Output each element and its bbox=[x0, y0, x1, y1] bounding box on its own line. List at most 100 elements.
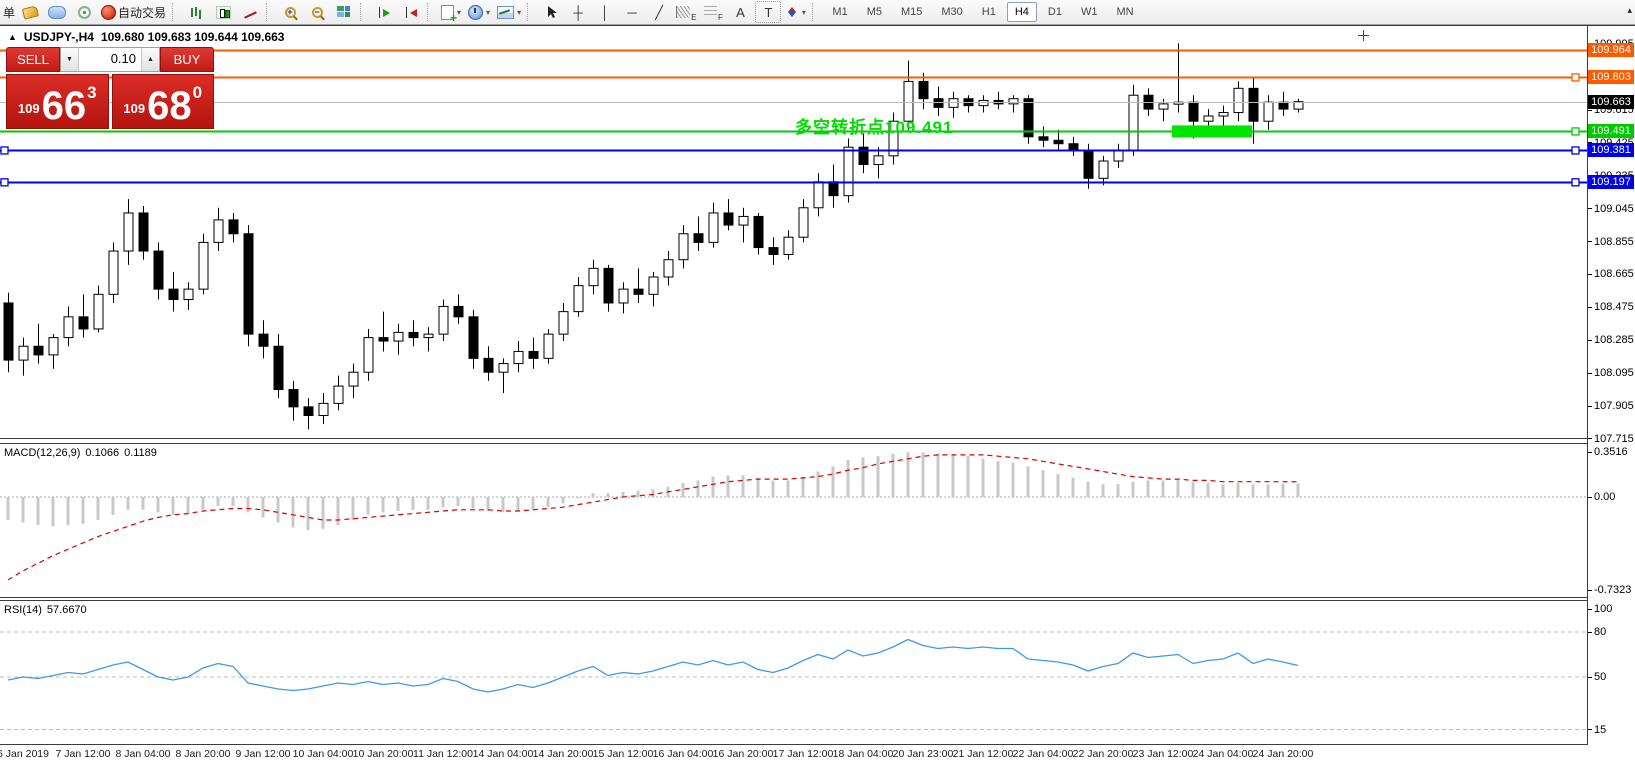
trendline-button[interactable]: ╱ bbox=[647, 2, 671, 22]
volume-down-button[interactable]: ▼ bbox=[61, 48, 79, 71]
chart-shift-button[interactable] bbox=[399, 2, 423, 22]
separator bbox=[172, 3, 178, 21]
tab-m30[interactable]: M30 bbox=[933, 2, 970, 22]
panel-separator[interactable] bbox=[0, 597, 1635, 598]
highlight-box[interactable] bbox=[1172, 125, 1252, 137]
candle-body bbox=[1159, 104, 1168, 109]
macd-bar bbox=[277, 497, 280, 523]
bar-chart-button[interactable] bbox=[184, 2, 208, 22]
macd-bar bbox=[547, 497, 550, 507]
volume-input[interactable]: 0.10 bbox=[79, 48, 141, 71]
arrows-button[interactable]: ▾ bbox=[784, 2, 808, 22]
rsi-chart[interactable] bbox=[0, 601, 1587, 744]
main-chart[interactable] bbox=[0, 26, 1587, 438]
candle-body bbox=[814, 182, 823, 208]
macd-bar bbox=[82, 497, 85, 524]
fibonacci-button[interactable]: F bbox=[701, 2, 725, 22]
line-handle[interactable] bbox=[1572, 147, 1579, 154]
cursor-button[interactable] bbox=[539, 2, 563, 22]
separator bbox=[266, 3, 272, 21]
collapse-arrow-icon[interactable]: ▲ bbox=[8, 32, 17, 42]
sell-button[interactable]: SELL bbox=[6, 47, 60, 72]
line-handle[interactable] bbox=[1, 179, 8, 186]
indicators-button[interactable]: ▾ bbox=[439, 2, 463, 22]
new-order-button[interactable] bbox=[18, 2, 42, 22]
sell-price-button[interactable]: 109663 bbox=[6, 74, 109, 129]
tab-w1[interactable]: W1 bbox=[1073, 2, 1106, 22]
periods-button[interactable]: ▾ bbox=[466, 2, 492, 22]
signals-button[interactable] bbox=[72, 2, 96, 22]
macd-chart[interactable] bbox=[0, 444, 1587, 597]
macd-bar bbox=[487, 497, 490, 511]
rsi-axis-label: 50 bbox=[1588, 670, 1606, 684]
templates-button[interactable]: ▾ bbox=[495, 2, 523, 22]
pivot-annotation[interactable]: 多空转折点109.491 bbox=[795, 113, 953, 138]
tab-m15[interactable]: M15 bbox=[893, 2, 930, 22]
text-label-icon: T bbox=[764, 6, 772, 19]
line-handle[interactable] bbox=[1, 147, 8, 154]
rsi-panel[interactable]: RSI(14) 57.6670 bbox=[0, 601, 1587, 744]
mt4-terminal: { "toolbar": { "order_label": "单", "auto… bbox=[0, 0, 1635, 763]
macd-bar bbox=[637, 491, 640, 497]
candle-body bbox=[979, 100, 988, 105]
macd-panel[interactable]: MACD(12,26,9) 0.1066 0.1189 bbox=[0, 444, 1587, 597]
time-label: 17 Jan 12:00 bbox=[773, 748, 834, 760]
time-label: 8 Jan 20:00 bbox=[176, 748, 231, 760]
candle-chart-icon bbox=[216, 6, 231, 19]
line-chart-button[interactable] bbox=[238, 2, 262, 22]
candle-body bbox=[784, 237, 793, 254]
candle-body bbox=[589, 268, 598, 285]
candle-body bbox=[1039, 137, 1048, 140]
order-label[interactable]: 单 bbox=[3, 4, 15, 21]
text-button[interactable]: A bbox=[728, 2, 752, 22]
candle-body bbox=[319, 403, 328, 415]
crosshair-button[interactable]: ┼ bbox=[566, 2, 590, 22]
candle-body bbox=[199, 242, 208, 289]
toolbar-overflow-icon[interactable]: ▴ bbox=[1627, 5, 1632, 16]
tab-m1[interactable]: M1 bbox=[824, 2, 855, 22]
macd-bar bbox=[397, 497, 400, 511]
buy-price-button[interactable]: 109680 bbox=[112, 74, 215, 129]
candle-chart-button[interactable] bbox=[211, 2, 235, 22]
vertical-line-button[interactable]: │ bbox=[593, 2, 617, 22]
buy-button[interactable]: BUY bbox=[160, 47, 214, 72]
time-label: 16 Jan 20:00 bbox=[713, 748, 774, 760]
auto-scroll-button[interactable] bbox=[372, 2, 396, 22]
macd-bar bbox=[52, 497, 55, 526]
autotrade-button[interactable]: 自动交易 bbox=[99, 2, 168, 22]
panel-separator[interactable] bbox=[0, 438, 1635, 439]
macd-bar bbox=[982, 459, 985, 497]
line-handle[interactable] bbox=[1572, 179, 1579, 186]
separator bbox=[527, 3, 533, 21]
horizontal-line-button[interactable]: ─ bbox=[620, 2, 644, 22]
zoom-out-button[interactable]: − bbox=[305, 2, 329, 22]
rsi-value: 57.6670 bbox=[47, 604, 87, 616]
tab-mn[interactable]: MN bbox=[1108, 2, 1141, 22]
line-handle[interactable] bbox=[1572, 74, 1579, 81]
tab-m5[interactable]: M5 bbox=[859, 2, 890, 22]
market-button[interactable] bbox=[45, 2, 69, 22]
tab-d1[interactable]: D1 bbox=[1040, 2, 1070, 22]
tile-windows-button[interactable] bbox=[332, 2, 356, 22]
template-icon bbox=[497, 6, 514, 19]
macd-bar bbox=[967, 456, 970, 497]
volume-up-button[interactable]: ▲ bbox=[141, 48, 159, 71]
time-label: 14 Jan 04:00 bbox=[473, 748, 534, 760]
zoom-in-button[interactable]: + bbox=[278, 2, 302, 22]
price-badge: 109.663 bbox=[1588, 95, 1634, 109]
price-axis[interactable]: 109.995109.805109.615109.425109.235109.0… bbox=[1588, 26, 1635, 763]
macd-bar bbox=[877, 456, 880, 497]
time-axis[interactable]: 6 Jan 20197 Jan 12:008 Jan 04:008 Jan 20… bbox=[0, 745, 1587, 763]
time-label: 20 Jan 23:00 bbox=[893, 748, 954, 760]
line-handle[interactable] bbox=[1572, 128, 1579, 135]
main-chart-panel[interactable]: ▲ USDJPY-,H4 109.680 109.683 109.644 109… bbox=[0, 26, 1587, 438]
candle-body bbox=[1099, 161, 1108, 178]
text-label-button[interactable]: T bbox=[755, 1, 781, 23]
macd-bar bbox=[607, 493, 610, 497]
macd-bar bbox=[352, 497, 355, 520]
separator bbox=[360, 3, 366, 21]
channel-button[interactable]: E bbox=[674, 2, 698, 22]
time-label: 23 Jan 12:00 bbox=[1133, 748, 1194, 760]
tab-h4[interactable]: H4 bbox=[1007, 2, 1037, 22]
tab-h1[interactable]: H1 bbox=[974, 2, 1004, 22]
